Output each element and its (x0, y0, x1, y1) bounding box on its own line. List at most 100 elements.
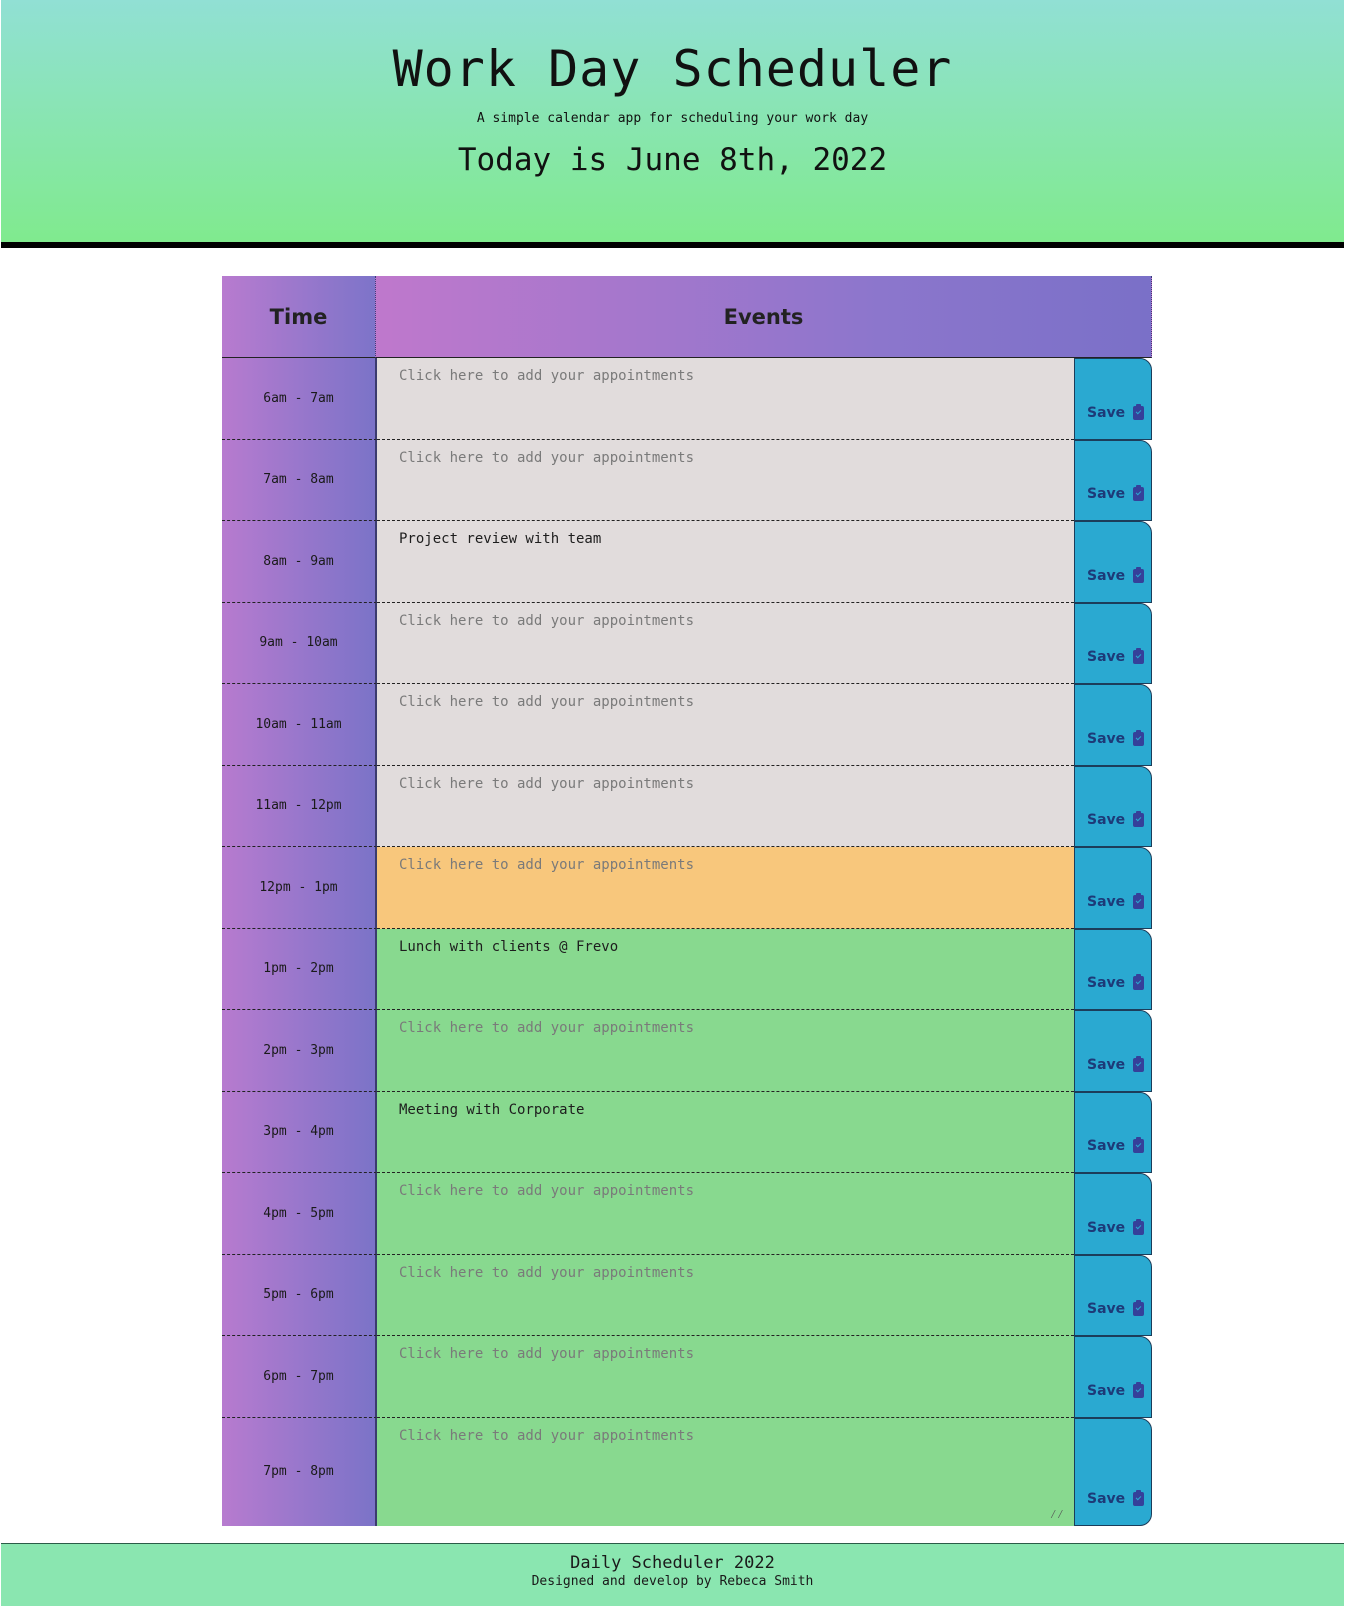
event-placeholder: Click here to add your appointments (399, 694, 695, 710)
clipboard-check-icon (1133, 729, 1145, 746)
event-textarea[interactable]: Click here to add your appointments (377, 765, 1074, 847)
save-button-content: Save (1087, 1137, 1145, 1154)
event-placeholder: Click here to add your appointments (399, 775, 695, 792)
save-label: Save (1087, 730, 1126, 747)
event-textarea[interactable]: Click here to add your appointments (377, 439, 1074, 521)
event-placeholder: Click here to add your appointments (399, 1427, 695, 1444)
save-label: Save (1087, 567, 1126, 584)
hour-label: 9am - 10am (222, 602, 377, 684)
save-button[interactable]: Save (1074, 439, 1152, 521)
save-button[interactable]: Save (1074, 358, 1152, 440)
hour-label: 8am - 9am (222, 521, 377, 603)
hour-label: 4pm - 5pm (222, 1173, 377, 1255)
save-button-content: Save (1087, 892, 1145, 910)
save-label: Save (1087, 1138, 1126, 1154)
save-button[interactable]: Save (1074, 1254, 1152, 1336)
hour-label: 1pm - 2pm (222, 928, 377, 1010)
clipboard-check-icon (1133, 403, 1145, 420)
event-textarea[interactable]: Click here to add your appointments (377, 1254, 1074, 1336)
save-button[interactable]: Save (1074, 521, 1152, 603)
event-textarea[interactable]: Lunch with clients @ Frevo (377, 928, 1074, 1010)
event-textarea[interactable]: Click here to add your appointments (377, 1336, 1074, 1418)
clipboard-check-icon (1133, 1137, 1145, 1153)
event-placeholder: Click here to add your appointments (399, 1346, 695, 1362)
event-textarea[interactable]: Click here to add your appointments ⁄⁄ (377, 1417, 1074, 1526)
events-column-header: Events (376, 276, 1152, 358)
clipboard-check-icon (1133, 648, 1145, 664)
event-text: Meeting with Corporate (399, 1101, 585, 1118)
save-button-content: Save (1087, 1300, 1145, 1317)
save-label: Save (1087, 1219, 1126, 1236)
footer-title: Daily Scheduler 2022 (570, 1553, 775, 1573)
event-textarea[interactable]: Click here to add your appointments (377, 684, 1074, 766)
save-button[interactable]: Save (1074, 1173, 1152, 1255)
save-button-content: Save (1087, 485, 1145, 502)
event-textarea[interactable]: Meeting with Corporate (377, 1091, 1074, 1173)
resize-handle-icon[interactable]: ⁄⁄ (1050, 1507, 1064, 1522)
time-block-row: 10am - 11am Click here to add your appoin… (222, 684, 1152, 766)
save-label: Save (1087, 812, 1126, 828)
clipboard-check-icon (1133, 485, 1145, 501)
event-textarea[interactable]: Project review with team (377, 521, 1074, 603)
save-label: Save (1087, 1490, 1126, 1507)
hour-label: 12pm - 1pm (222, 847, 377, 929)
time-column-header: Time (222, 276, 376, 358)
time-block-row: 3pm - 4pm Meeting with Corporate Save (222, 1091, 1152, 1173)
event-textarea[interactable]: Click here to add your appointments (377, 358, 1074, 440)
event-textarea[interactable]: Click here to add your appointments (377, 1010, 1074, 1092)
event-placeholder: Click here to add your appointments (399, 368, 695, 384)
hour-label: 6am - 7am (222, 358, 377, 440)
save-button[interactable]: Save (1074, 1091, 1152, 1173)
time-block-row: 4pm - 5pm Click here to add your appointm… (222, 1173, 1152, 1255)
save-button[interactable]: Save (1074, 684, 1152, 766)
clipboard-check-icon (1133, 974, 1145, 990)
save-label: Save (1087, 975, 1126, 991)
hour-label: 10am - 11am (222, 684, 377, 766)
hour-label: 5pm - 6pm (222, 1254, 377, 1336)
hour-label: 6pm - 7pm (222, 1336, 377, 1418)
time-block-row: 7pm - 8pm Click here to add your appointm… (222, 1417, 1152, 1526)
save-label: Save (1087, 893, 1126, 910)
table-header: Time Events (222, 276, 1152, 358)
event-textarea[interactable]: Click here to add your appointments (377, 1173, 1074, 1255)
time-block-row: 12pm - 1pm Click here to add your appoint… (222, 847, 1152, 929)
clipboard-check-icon (1133, 1055, 1145, 1072)
save-button-content: Save (1087, 811, 1145, 828)
time-block-row: 1pm - 2pm Lunch with clients @ Frevo Save (222, 928, 1152, 1010)
event-textarea[interactable]: Click here to add your appointments (377, 602, 1074, 684)
save-button[interactable]: Save (1074, 765, 1152, 847)
save-button[interactable]: Save (1074, 602, 1152, 684)
save-button-content: Save (1087, 1055, 1145, 1073)
save-label: Save (1087, 404, 1126, 421)
event-placeholder: Click here to add your appointments (399, 857, 695, 873)
page-header: Work Day Scheduler A simple calendar app… (1, 0, 1344, 248)
save-button[interactable]: Save (1074, 928, 1152, 1010)
save-button-content: Save (1087, 974, 1145, 991)
footer-credit: Designed and develop by Rebeca Smith (531, 1574, 814, 1589)
hour-label: 11am - 12pm (222, 765, 377, 847)
save-button[interactable]: Save (1074, 847, 1152, 929)
clipboard-check-icon (1133, 1489, 1145, 1506)
page-footer: Daily Scheduler 2022 Designed and develo… (1, 1543, 1344, 1606)
event-text: Lunch with clients @ Frevo (399, 938, 619, 955)
time-block-row: 2pm - 3pm Click here to add your appointm… (222, 1010, 1152, 1092)
hour-label: 2pm - 3pm (222, 1010, 377, 1092)
save-button[interactable]: Save (1074, 1336, 1152, 1418)
save-button-content: Save (1087, 403, 1145, 421)
page-subtitle: A simple calendar app for scheduling you… (476, 111, 869, 126)
save-button-content: Save (1087, 566, 1145, 584)
time-block-row: 9am - 10am Click here to add your appoint… (222, 602, 1152, 684)
event-placeholder: Click here to add your appointments (399, 1020, 695, 1036)
hour-label: 7am - 8am (222, 439, 377, 521)
time-block-row: 6am - 7am Click here to add your appointm… (222, 358, 1152, 440)
save-button[interactable]: Save (1074, 1010, 1152, 1092)
time-block-row: 7am - 8am Click here to add your appointm… (222, 439, 1152, 521)
hour-label: 3pm - 4pm (222, 1091, 377, 1173)
save-button-content: Save (1087, 1381, 1145, 1399)
save-label: Save (1087, 1301, 1126, 1317)
save-button-content: Save (1087, 1489, 1145, 1507)
event-textarea[interactable]: Click here to add your appointments (377, 847, 1074, 929)
save-button[interactable]: Save (1074, 1417, 1152, 1526)
clipboard-check-icon (1133, 892, 1145, 909)
event-placeholder: Click here to add your appointments (399, 449, 695, 466)
